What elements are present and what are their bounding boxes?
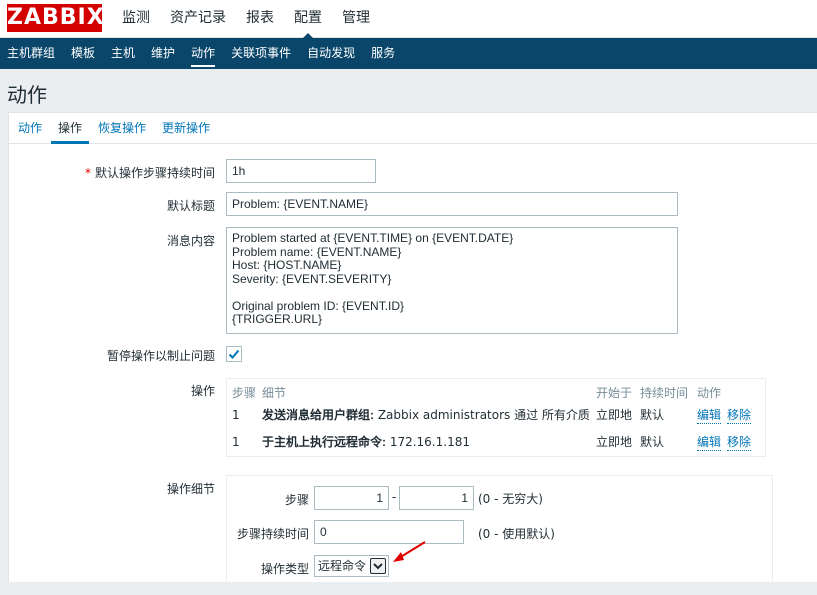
sub-nav-bar: 主机群组 模板 主机 维护 动作 关联项事件 自动发现 服务 bbox=[0, 38, 817, 69]
row-detail-type: 于主机上执行远程命令: bbox=[262, 435, 386, 449]
chevron-down-icon bbox=[370, 558, 386, 574]
edit-link[interactable]: 编辑 bbox=[697, 434, 722, 451]
subnav-maintenance[interactable]: 维护 bbox=[144, 38, 184, 69]
pause-checkbox[interactable] bbox=[226, 346, 242, 362]
tab-operations[interactable]: 操作 bbox=[51, 113, 90, 144]
message-textarea[interactable]: Problem started at {EVENT.TIME} on {EVEN… bbox=[226, 227, 678, 334]
col-start-in: 开始于 bbox=[596, 386, 633, 400]
step-duration-input[interactable]: 1h bbox=[226, 159, 376, 183]
subject-input[interactable]: Problem: {EVENT.NAME} bbox=[226, 192, 678, 216]
remove-link[interactable]: 移除 bbox=[727, 434, 752, 451]
edit-link[interactable]: 编辑 bbox=[697, 407, 722, 424]
step-duration-label-text: 默认操作步骤持续时间 bbox=[94, 166, 215, 180]
row-step: 1 bbox=[232, 435, 240, 449]
nav-inventory[interactable]: 资产记录 bbox=[160, 0, 236, 38]
nav-monitoring[interactable]: 监测 bbox=[112, 0, 160, 38]
subnav-hosts[interactable]: 主机 bbox=[104, 38, 144, 69]
steps-label: 步骤 bbox=[284, 493, 309, 507]
row-duration: 默认 bbox=[640, 435, 665, 449]
col-step: 步骤 bbox=[232, 386, 257, 400]
subnav-event-correlation[interactable]: 关联项事件 bbox=[224, 38, 300, 69]
col-action: 动作 bbox=[697, 386, 722, 400]
row-detail-text: Zabbix administrators 通过 所有介质 bbox=[374, 408, 590, 422]
zabbix-logo[interactable]: ZABBIX bbox=[7, 4, 104, 32]
tab-recovery-operations[interactable]: 恢复操作 bbox=[91, 113, 153, 144]
row-duration: 默认 bbox=[640, 408, 665, 422]
remove-link[interactable]: 移除 bbox=[727, 407, 752, 424]
nav-administration[interactable]: 管理 bbox=[332, 0, 380, 38]
subnav-host-groups[interactable]: 主机群组 bbox=[0, 38, 64, 69]
main-nav: 监测 资产记录 报表 配置 管理 bbox=[112, 0, 380, 39]
step-duration-hint: (0 - 使用默认) bbox=[478, 527, 555, 541]
step-duration-label: * 默认操作步骤持续时间 bbox=[15, 164, 215, 181]
subnav-services[interactable]: 服务 bbox=[364, 38, 404, 69]
operations-table-header: 步骤 细节 开始于 持续时间 动作 bbox=[227, 385, 767, 409]
action-form-panel: 动作 操作 恢复操作 更新操作 * 默认操作步骤持续时间 1h 默认标题 Prob… bbox=[8, 112, 817, 595]
pause-label: 暂停操作以制止问题 bbox=[106, 349, 215, 363]
message-label: 消息内容 bbox=[166, 234, 215, 248]
col-details: 细节 bbox=[262, 386, 287, 400]
row-detail-type: 发送消息给用户群组: bbox=[262, 408, 374, 422]
operation-details-box: 步骤 1 - 1 (0 - 无穷大) 步骤持续时间 0 (0 - 使用默认) 操… bbox=[226, 475, 773, 595]
tab-action[interactable]: 动作 bbox=[11, 113, 49, 144]
row-detail: 于主机上执行远程命令: 172.16.1.181 bbox=[262, 434, 470, 450]
row-step: 1 bbox=[232, 408, 240, 422]
operation-type-select[interactable]: 远程命令 bbox=[314, 555, 389, 577]
nav-configuration[interactable]: 配置 bbox=[284, 0, 332, 39]
form-tabs: 动作 操作 恢复操作 更新操作 bbox=[9, 113, 817, 144]
nav-reports[interactable]: 报表 bbox=[236, 0, 284, 38]
operation-type-label: 操作类型 bbox=[260, 562, 309, 576]
subject-label: 默认标题 bbox=[166, 199, 215, 213]
page-title: 动作 bbox=[7, 83, 47, 107]
required-mark: * bbox=[84, 166, 91, 180]
tab-update-operations[interactable]: 更新操作 bbox=[155, 113, 217, 144]
top-header: ZABBIX 监测 资产记录 报表 配置 管理 bbox=[0, 0, 817, 39]
row-start: 立即地 bbox=[596, 408, 633, 422]
row-start: 立即地 bbox=[596, 435, 633, 449]
row-detail: 发送消息给用户群组: Zabbix administrators 通过 所有介质 bbox=[262, 407, 590, 423]
row-detail-text: 172.16.1.181 bbox=[386, 435, 470, 449]
subnav-discovery[interactable]: 自动发现 bbox=[300, 38, 364, 69]
step-from-input[interactable]: 1 bbox=[314, 486, 389, 510]
annotation-arrow-icon bbox=[393, 541, 426, 562]
table-row: 1 发送消息给用户群组: Zabbix administrators 通过 所有… bbox=[227, 407, 767, 431]
step-to-input[interactable]: 1 bbox=[399, 486, 474, 510]
operations-table: 步骤 细节 开始于 持续时间 动作 1 发送消息给用户群组: Zabbix ad… bbox=[226, 378, 766, 457]
subnav-actions[interactable]: 动作 bbox=[184, 38, 224, 69]
table-row: 1 于主机上执行远程命令: 172.16.1.181 立即地 默认 编辑 移除 bbox=[227, 434, 767, 458]
subnav-templates[interactable]: 模板 bbox=[64, 38, 104, 69]
operation-type-value: 远程命令 bbox=[318, 559, 367, 573]
checkmark-icon bbox=[228, 349, 240, 359]
sub-nav: 主机群组 模板 主机 维护 动作 关联项事件 自动发现 服务 bbox=[0, 38, 817, 69]
step-duration-detail-label: 步骤持续时间 bbox=[236, 527, 309, 541]
steps-hint: (0 - 无穷大) bbox=[478, 492, 543, 506]
operations-label: 操作 bbox=[190, 384, 215, 398]
col-duration: 持续时间 bbox=[640, 386, 689, 400]
step-range-separator: - bbox=[392, 490, 397, 504]
